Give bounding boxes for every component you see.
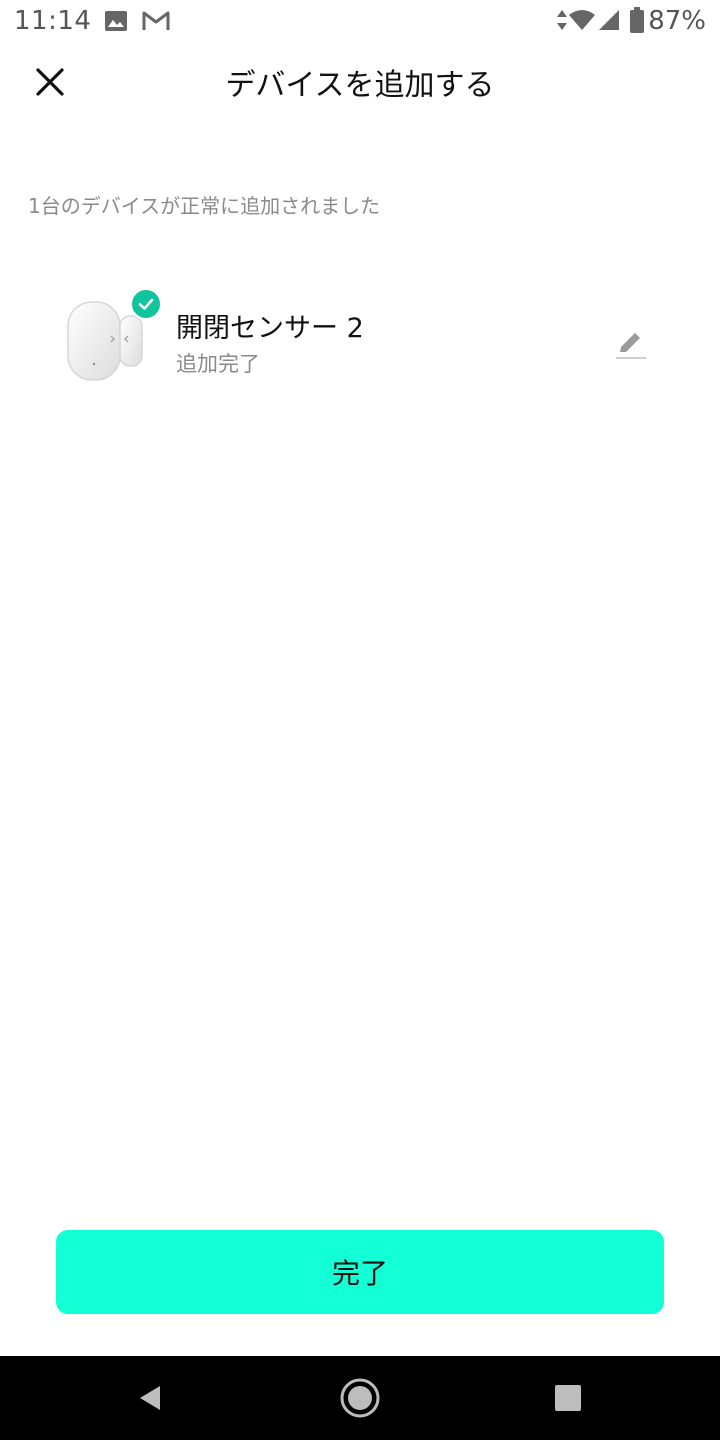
wifi-icon xyxy=(568,9,596,35)
back-triangle-icon xyxy=(140,1386,160,1410)
device-list-item[interactable]: 開閉センサー 2 追加完了 xyxy=(0,280,720,400)
home-circle-icon xyxy=(340,1378,380,1418)
status-time: 11:14 xyxy=(14,6,92,36)
done-button-label: 完了 xyxy=(331,1257,388,1290)
nav-back-button[interactable] xyxy=(122,1372,178,1424)
status-bar: 11:14 87% xyxy=(0,0,720,44)
battery-percentage: 87% xyxy=(648,6,706,36)
battery-icon xyxy=(630,7,644,37)
success-message: 1台のデバイスが正常に追加されました xyxy=(28,194,381,218)
check-icon xyxy=(130,288,162,320)
nav-recents-button[interactable] xyxy=(540,1372,596,1424)
pencil-icon xyxy=(616,333,646,359)
recents-square-icon xyxy=(555,1385,581,1411)
system-navigation-bar xyxy=(0,1356,720,1440)
done-button[interactable]: 完了 xyxy=(56,1230,664,1314)
data-arrows-icon xyxy=(556,9,568,35)
nav-home-button[interactable] xyxy=(332,1372,388,1424)
signal-icon xyxy=(598,9,620,35)
device-status: 追加完了 xyxy=(176,352,260,376)
edit-device-name-button[interactable] xyxy=(606,320,654,368)
header: デバイスを追加する xyxy=(0,44,720,120)
page-title: デバイスを追加する xyxy=(225,68,495,103)
image-icon xyxy=(104,10,128,36)
device-name: 開閉センサー 2 xyxy=(176,313,364,344)
gmail-icon xyxy=(142,10,170,36)
